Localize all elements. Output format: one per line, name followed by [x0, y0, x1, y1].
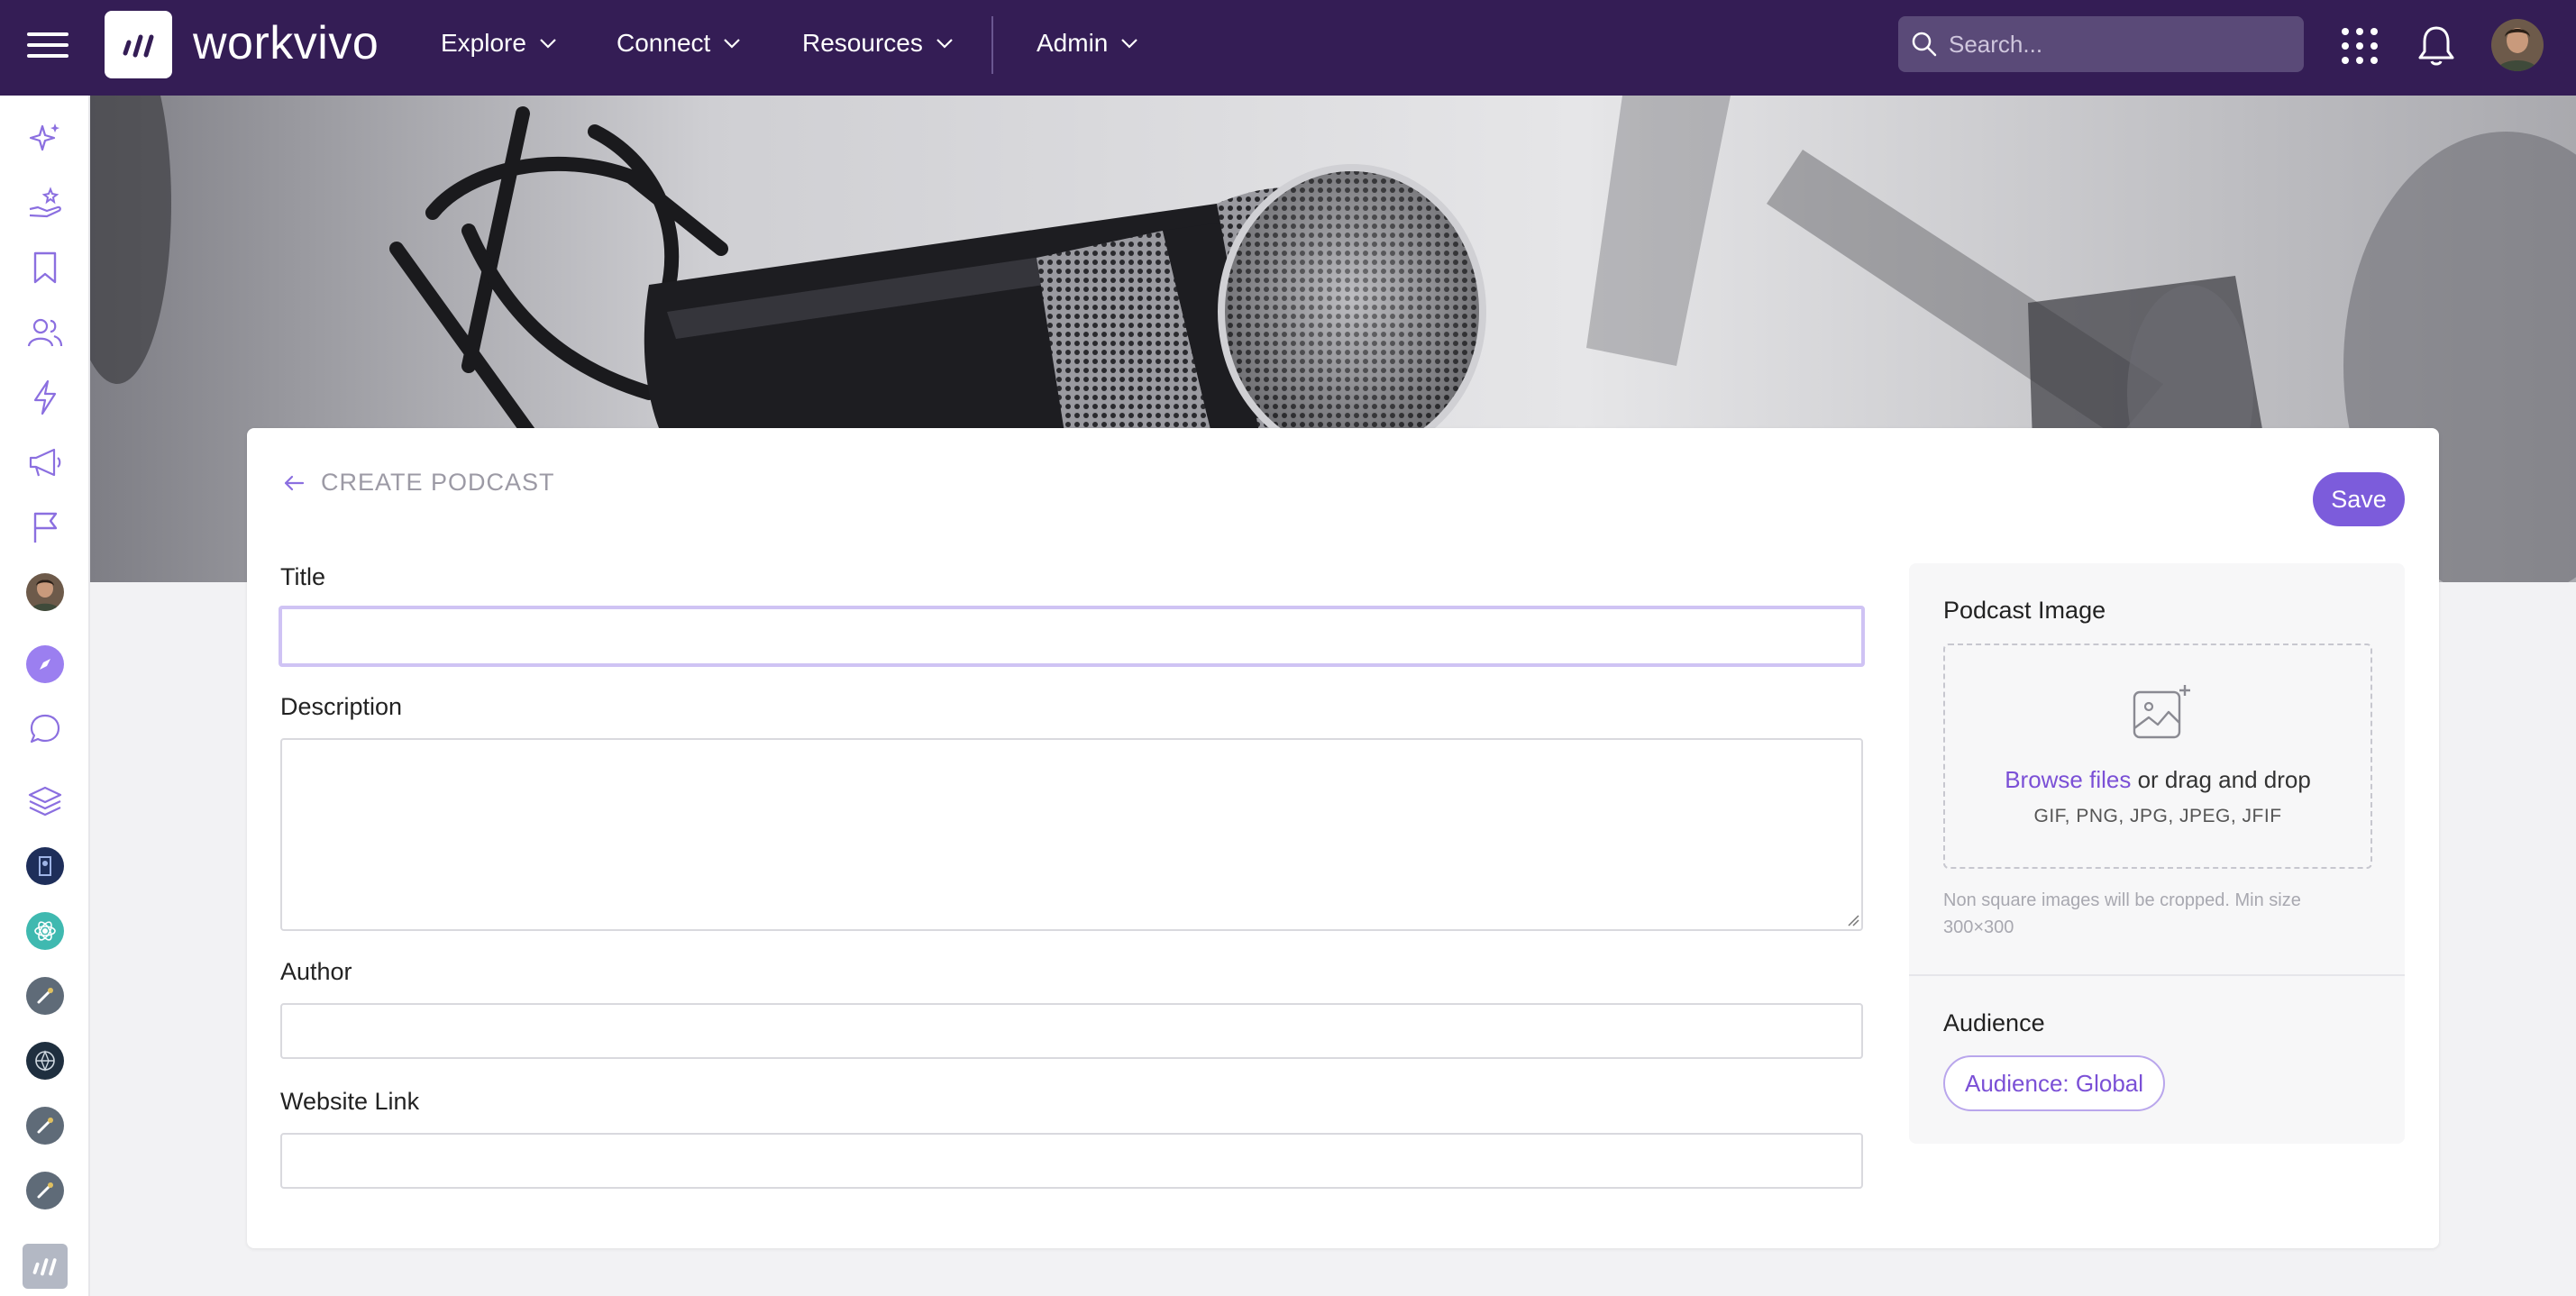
search-box [1898, 16, 2304, 72]
accepted-file-types: GIF, PNG, JPG, JPEG, JFIF [2033, 806, 2282, 826]
author-label: Author [280, 958, 352, 985]
nav-explore-label: Explore [441, 29, 526, 57]
workvivo-logo-icon[interactable] [105, 11, 172, 78]
space-avatar-5[interactable] [23, 1103, 68, 1148]
apps-grid-icon[interactable] [2335, 22, 2384, 70]
nav-admin[interactable]: Admin [1037, 29, 1138, 58]
nav-connect[interactable]: Connect [617, 29, 741, 58]
space-avatar-3[interactable] [23, 973, 68, 1018]
podcast-settings-panel: Podcast Image Browse files or drag and d… [1909, 563, 2405, 1144]
nav-connect-label: Connect [617, 29, 711, 57]
chevron-down-icon [540, 39, 556, 49]
user-avatar[interactable] [2491, 19, 2544, 71]
website-link-input[interactable] [280, 1133, 1863, 1189]
lightning-icon[interactable] [23, 375, 68, 420]
nav-explore[interactable]: Explore [441, 29, 557, 58]
podcast-image-label: Podcast Image [1943, 597, 2106, 624]
back-link[interactable]: CREATE PODCAST [283, 469, 555, 497]
page-title: CREATE PODCAST [321, 469, 555, 496]
left-sidebar [0, 96, 90, 1296]
people-icon[interactable] [23, 310, 68, 355]
bookmark-icon[interactable] [23, 245, 68, 290]
nav-resources-label: Resources [802, 29, 923, 57]
author-input[interactable] [280, 1003, 1863, 1059]
brand-name[interactable]: workvivo [193, 16, 379, 70]
chevron-down-icon [1121, 39, 1138, 49]
arrow-left-icon [284, 475, 305, 490]
chevron-down-icon [936, 39, 953, 49]
title-input[interactable] [279, 606, 1865, 667]
layers-icon[interactable] [23, 779, 68, 824]
search-icon [1912, 32, 1937, 57]
website-link-label: Website Link [280, 1088, 420, 1115]
sparkle-icon[interactable] [23, 115, 68, 160]
top-navigation-bar: workvivo Explore Connect Resources Admin [0, 0, 2576, 96]
description-textarea[interactable] [280, 738, 1863, 931]
resize-grip-icon[interactable] [1847, 914, 1859, 926]
nav-resources[interactable]: Resources [802, 29, 954, 58]
hamburger-menu-icon[interactable] [27, 25, 69, 67]
description-label: Description [280, 693, 403, 720]
title-label: Title [280, 563, 326, 590]
compass-icon[interactable] [23, 642, 68, 687]
space-avatar-1[interactable] [23, 844, 68, 889]
browse-files-link[interactable]: Browse files [2005, 766, 2131, 793]
space-avatar-4[interactable] [23, 1038, 68, 1083]
nav-divider [991, 16, 993, 74]
audience-label: Audience [1943, 1009, 2045, 1036]
audience-selector[interactable]: Audience: Global [1943, 1055, 2166, 1111]
flag-icon[interactable] [23, 505, 68, 550]
image-dropzone[interactable]: Browse files or drag and drop GIF, PNG, … [1943, 643, 2372, 869]
space-avatar-6[interactable] [23, 1168, 68, 1213]
chat-bubble-icon[interactable] [23, 707, 68, 752]
save-button[interactable]: Save [2313, 472, 2405, 526]
bell-icon[interactable] [2412, 22, 2461, 70]
add-image-icon [2133, 685, 2190, 739]
megaphone-icon[interactable] [23, 440, 68, 485]
nav-admin-label: Admin [1037, 29, 1109, 57]
user-avatar[interactable] [23, 570, 68, 615]
create-podcast-card: CREATE PODCAST Save Title Description Au… [247, 428, 2439, 1248]
search-input[interactable] [1949, 30, 2291, 59]
hand-star-icon[interactable] [23, 180, 68, 225]
panel-divider [1909, 974, 2405, 976]
dropzone-instructions: Browse files or drag and drop [1945, 766, 2370, 794]
image-size-hint: Non square images will be cropped. Min s… [1943, 890, 2301, 937]
chevron-down-icon [724, 39, 741, 49]
drag-drop-text: or drag and drop [2131, 766, 2311, 793]
space-avatar-2[interactable] [23, 908, 68, 954]
workvivo-logo-icon[interactable] [23, 1244, 68, 1289]
